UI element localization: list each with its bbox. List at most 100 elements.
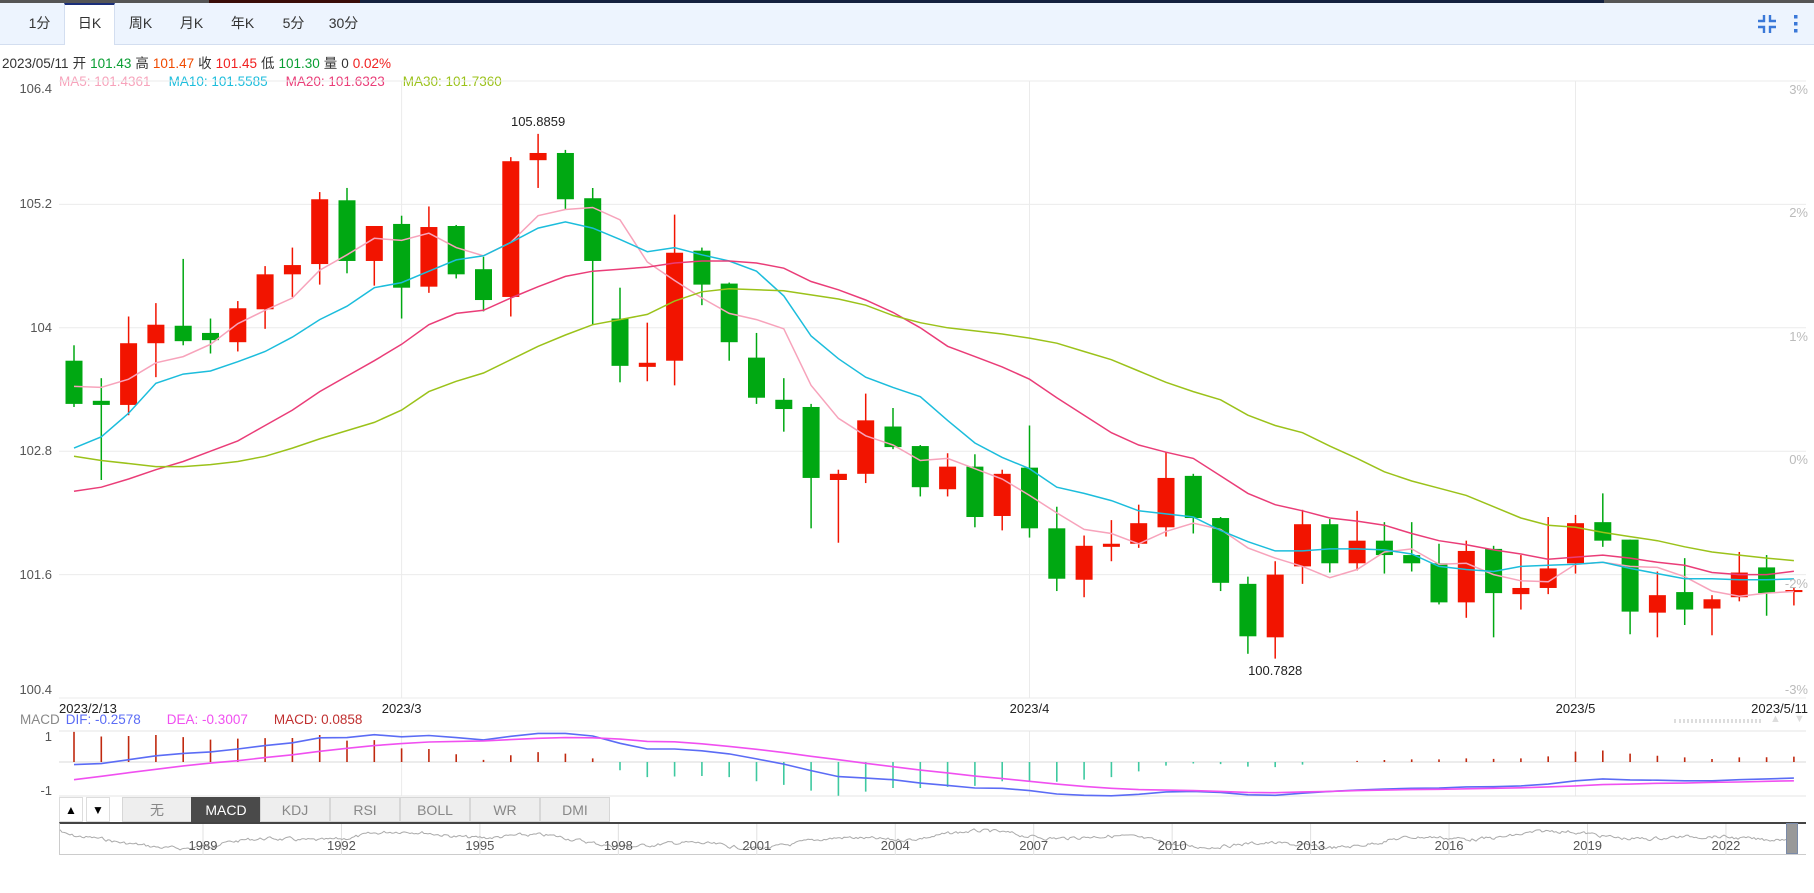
navigator-year-label: 2022 <box>1711 838 1741 853</box>
navigator-year-label: 1989 <box>188 838 218 853</box>
indicator-tab-kdj[interactable]: KDJ <box>260 797 330 822</box>
candle-body <box>174 325 192 342</box>
price-annotation: 100.7828 <box>1248 662 1303 678</box>
candle-body <box>256 274 274 310</box>
indicator-tab-boll[interactable]: BOLL <box>400 797 470 822</box>
candle-body <box>1375 540 1393 556</box>
percent-axis-label: -3% <box>1784 682 1808 697</box>
y-axis-label: 100.4 <box>19 682 52 697</box>
candle-body <box>147 324 165 344</box>
candle-body <box>611 318 629 366</box>
macd-title: MACD <box>20 712 60 727</box>
navigator-year-label: 2004 <box>880 838 910 853</box>
indicator-tab-wr[interactable]: WR <box>470 797 540 822</box>
candle-body <box>939 466 957 490</box>
candle-body <box>1239 583 1257 637</box>
zoom-out-triangle-icon[interactable]: ▼ <box>1794 713 1805 725</box>
navigator-year-label: 1992 <box>326 838 356 853</box>
ma5-line <box>73 206 1794 597</box>
candle-body <box>1321 524 1339 564</box>
percent-axis-label: 3% <box>1789 82 1808 97</box>
candle-body <box>1730 572 1748 598</box>
navigator-handle[interactable] <box>1786 823 1798 854</box>
navigator-year-label: 2007 <box>1019 838 1049 853</box>
dif-value: DIF: -0.2578 <box>65 712 141 727</box>
candle-body <box>1075 545 1093 580</box>
candle-body <box>1430 563 1448 603</box>
percent-axis-label: 2% <box>1789 205 1808 221</box>
ma20-line <box>73 260 1794 576</box>
candle-body <box>802 406 820 478</box>
zoom-scroller[interactable] <box>1674 719 1761 723</box>
candle-body <box>1703 599 1721 609</box>
candle-body <box>829 473 847 480</box>
candle-body <box>1021 467 1038 529</box>
candle-body <box>92 400 110 405</box>
y-axis-label: 106.4 <box>19 81 52 96</box>
y-axis-label: 101.6 <box>19 566 52 582</box>
candle-body <box>1048 528 1066 579</box>
scroll-down-button[interactable]: ▼ <box>86 797 110 822</box>
navigator-year-label: 2013 <box>1296 838 1326 853</box>
macd-axis-label: -1 <box>40 783 52 798</box>
x-axis-label: 2023/4 <box>1009 701 1050 716</box>
navigator-year-label: 2001 <box>742 838 772 853</box>
candle-body <box>1348 540 1366 564</box>
ma10-line <box>73 221 1794 581</box>
dea-value: DEA: -0.3007 <box>166 712 248 727</box>
candle-body <box>529 152 547 161</box>
navigator-year-label: 2016 <box>1434 838 1464 853</box>
candle-body <box>748 357 765 398</box>
candle-body <box>857 420 875 474</box>
indicator-tab-rsi[interactable]: RSI <box>330 797 400 822</box>
range-navigator[interactable] <box>59 822 1806 855</box>
candle-body <box>502 161 520 297</box>
y-axis-label: 105.2 <box>19 196 52 212</box>
candle-body <box>993 473 1011 516</box>
candle-body <box>1648 595 1666 613</box>
indicator-tab-macd[interactable]: MACD <box>191 797 261 822</box>
scroll-up-button[interactable]: ▲ <box>59 797 83 822</box>
candle-body <box>475 269 492 301</box>
macd-legend: MACD DIF: -0.2578 DEA: -0.3007 MACD: 0.0858 <box>20 712 388 727</box>
zoom-in-triangle-icon[interactable]: ▲ <box>1770 713 1781 725</box>
candle-body <box>1512 587 1530 595</box>
y-axis-label: 104 <box>30 319 52 335</box>
candle-body <box>1676 592 1694 610</box>
navigator-year-label: 1998 <box>603 838 633 853</box>
macd-value: MACD: 0.0858 <box>273 712 363 727</box>
indicator-tab-none[interactable]: 无 <box>122 797 192 822</box>
candle-body <box>393 223 411 288</box>
navigator-year-label: 1995 <box>465 838 495 853</box>
percent-axis-label: 0% <box>1789 452 1808 468</box>
candle-body <box>638 362 656 367</box>
candle-body <box>1266 574 1284 638</box>
candle-body <box>775 399 793 410</box>
candle-body <box>911 446 929 488</box>
dif-line <box>73 732 1794 797</box>
candle-body <box>365 225 383 261</box>
y-axis-label: 102.8 <box>19 443 52 459</box>
candle-body <box>556 152 574 200</box>
candle-body <box>884 426 902 448</box>
candle-body <box>1102 543 1120 547</box>
candle-body <box>229 308 247 343</box>
candle-body <box>311 199 329 265</box>
candle-body <box>666 252 684 361</box>
percent-axis-label: -2% <box>1784 575 1808 591</box>
x-axis-label: 2023/5 <box>1555 701 1596 716</box>
ma30-line <box>73 287 1794 562</box>
indicator-tab-dmi[interactable]: DMI <box>540 797 610 822</box>
candle-body <box>966 466 984 518</box>
macd-axis-label: 1 <box>44 729 52 744</box>
candle-body <box>283 265 301 275</box>
candle-body <box>1457 550 1475 603</box>
percent-axis-label: 1% <box>1789 328 1808 344</box>
navigator-year-label: 2019 <box>1573 838 1602 853</box>
candle-body <box>1157 477 1175 528</box>
candle-body <box>65 360 83 404</box>
candlestick-chart[interactable] <box>0 0 1814 893</box>
candle-body <box>120 343 138 405</box>
navigator-year-label: 2010 <box>1157 838 1187 853</box>
candle-body <box>1621 539 1639 612</box>
